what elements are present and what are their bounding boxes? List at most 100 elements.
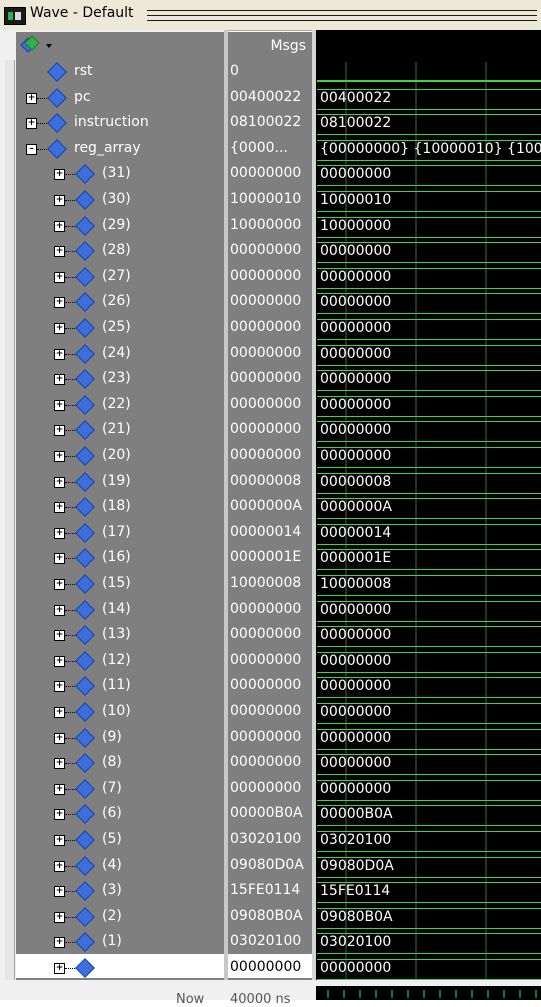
signal-row[interactable]: + (29) 10000000 10000000 bbox=[0, 214, 541, 239]
expand-plus-icon[interactable]: + bbox=[54, 733, 65, 744]
expand-plus-icon[interactable]: + bbox=[54, 451, 65, 462]
signal-row[interactable]: + pc 00400022 00400022 bbox=[0, 86, 541, 111]
signal-row[interactable]: + (13) 00000000 00000000 bbox=[0, 623, 541, 648]
signal-row[interactable]: + (10) 00000000 00000000 bbox=[0, 700, 541, 725]
expand-plus-icon[interactable]: + bbox=[54, 630, 65, 641]
expand-plus-icon[interactable]: + bbox=[54, 323, 65, 334]
expand-plus-icon[interactable]: + bbox=[54, 605, 65, 616]
expand-plus-icon[interactable]: + bbox=[54, 502, 65, 513]
signal-row[interactable]: + (9) 00000000 00000000 bbox=[0, 726, 541, 751]
signal-row[interactable]: rst 0 bbox=[0, 60, 541, 85]
expand-plus-icon[interactable]: + bbox=[54, 809, 65, 820]
signal-name[interactable]: (23) bbox=[102, 370, 131, 386]
expand-plus-icon[interactable]: + bbox=[54, 656, 65, 667]
signal-name[interactable]: (1) bbox=[102, 933, 122, 949]
signal-row[interactable]: + instruction 08100022 08100022 bbox=[0, 111, 541, 136]
signal-name[interactable]: (16) bbox=[102, 549, 131, 565]
signal-row[interactable]: + (1) 03020100 03020100 bbox=[0, 930, 541, 955]
collapse-minus-icon[interactable]: – bbox=[26, 144, 37, 155]
signal-name[interactable]: (25) bbox=[102, 319, 131, 335]
expand-plus-icon[interactable]: + bbox=[26, 118, 37, 129]
signal-row[interactable]: + (4) 09080D0A 09080D0A bbox=[0, 854, 541, 879]
signal-name[interactable]: (28) bbox=[102, 242, 131, 258]
signal-name[interactable]: (3) bbox=[102, 882, 122, 898]
signal-name[interactable]: (21) bbox=[102, 421, 131, 437]
signal-row[interactable]: + (21) 00000000 00000000 bbox=[0, 418, 541, 443]
signal-name[interactable]: (13) bbox=[102, 626, 131, 642]
expand-plus-icon[interactable]: + bbox=[54, 349, 65, 360]
signal-name[interactable]: (18) bbox=[102, 498, 131, 514]
signal-name[interactable]: (26) bbox=[102, 293, 131, 309]
expand-plus-icon[interactable]: + bbox=[54, 195, 65, 206]
signal-row[interactable]: + (17) 00000014 00000014 bbox=[0, 521, 541, 546]
expand-plus-icon[interactable]: + bbox=[54, 246, 65, 257]
signal-name[interactable]: (15) bbox=[102, 575, 131, 591]
signal-row[interactable]: + (15) 10000008 10000008 bbox=[0, 572, 541, 597]
signal-name[interactable]: (9) bbox=[102, 729, 122, 745]
signal-row[interactable]: + (19) 00000008 00000008 bbox=[0, 470, 541, 495]
signal-name[interactable]: (8) bbox=[102, 754, 122, 770]
signal-row[interactable]: – reg_array {0000... {00000000} {10000010} … bbox=[0, 137, 541, 162]
signal-row[interactable]: + (0) 00000000 00000000 bbox=[0, 956, 541, 981]
expand-plus-icon[interactable]: + bbox=[54, 861, 65, 872]
signal-row[interactable]: + (31) 00000000 00000000 bbox=[0, 162, 541, 187]
expand-plus-icon[interactable]: + bbox=[54, 169, 65, 180]
expand-plus-icon[interactable]: + bbox=[54, 477, 65, 488]
signal-row[interactable]: + (28) 00000000 00000000 bbox=[0, 239, 541, 264]
signal-row[interactable]: + (12) 00000000 00000000 bbox=[0, 649, 541, 674]
signal-name[interactable]: (12) bbox=[102, 652, 131, 668]
expand-plus-icon[interactable]: + bbox=[54, 297, 65, 308]
format-diamonds-icon[interactable] bbox=[18, 34, 58, 58]
expand-plus-icon[interactable]: + bbox=[54, 707, 65, 718]
signal-row[interactable]: + (7) 00000000 00000000 bbox=[0, 777, 541, 802]
signal-name[interactable]: (10) bbox=[102, 703, 131, 719]
signal-name[interactable]: (4) bbox=[102, 857, 122, 873]
signal-name[interactable]: reg_array bbox=[74, 140, 141, 156]
expand-plus-icon[interactable]: + bbox=[54, 784, 65, 795]
signal-name[interactable]: (24) bbox=[102, 345, 131, 361]
signal-row[interactable]: + (23) 00000000 00000000 bbox=[0, 367, 541, 392]
signal-row[interactable]: + (25) 00000000 00000000 bbox=[0, 316, 541, 341]
signal-name[interactable]: (0) bbox=[102, 959, 122, 975]
signal-name[interactable]: (11) bbox=[102, 677, 131, 693]
signal-row[interactable]: + (5) 03020100 03020100 bbox=[0, 828, 541, 853]
signal-row[interactable]: + (27) 00000000 00000000 bbox=[0, 265, 541, 290]
signal-row[interactable]: + (26) 00000000 00000000 bbox=[0, 290, 541, 315]
signal-name[interactable]: pc bbox=[74, 89, 91, 105]
expand-plus-icon[interactable]: + bbox=[54, 835, 65, 846]
signal-name[interactable]: (19) bbox=[102, 473, 131, 489]
signal-row[interactable]: + (18) 0000000A 0000000A bbox=[0, 495, 541, 520]
expand-plus-icon[interactable]: + bbox=[54, 272, 65, 283]
signal-name[interactable]: (30) bbox=[102, 191, 131, 207]
signal-name[interactable]: (5) bbox=[102, 831, 122, 847]
expand-plus-icon[interactable]: + bbox=[54, 425, 65, 436]
signal-name[interactable]: (6) bbox=[102, 805, 122, 821]
title-drag-grip[interactable] bbox=[147, 8, 537, 22]
signal-name[interactable]: (17) bbox=[102, 524, 131, 540]
signal-name[interactable]: rst bbox=[74, 63, 93, 79]
signal-row[interactable]: + (8) 00000000 00000000 bbox=[0, 751, 541, 776]
expand-plus-icon[interactable]: + bbox=[54, 528, 65, 539]
expand-plus-icon[interactable]: + bbox=[54, 579, 65, 590]
signal-row[interactable]: + (11) 00000000 00000000 bbox=[0, 674, 541, 699]
signal-name[interactable]: (14) bbox=[102, 601, 131, 617]
signal-row[interactable]: + (22) 00000000 00000000 bbox=[0, 393, 541, 418]
signal-row[interactable]: + (3) 15FE0114 15FE0114 bbox=[0, 879, 541, 904]
expand-plus-icon[interactable]: + bbox=[26, 93, 37, 104]
time-ruler[interactable] bbox=[316, 986, 541, 1000]
signal-name[interactable]: (7) bbox=[102, 780, 122, 796]
expand-plus-icon[interactable]: + bbox=[54, 758, 65, 769]
signal-name[interactable]: (2) bbox=[102, 908, 122, 924]
expand-plus-icon[interactable]: + bbox=[54, 374, 65, 385]
signal-name[interactable]: instruction bbox=[74, 114, 149, 130]
expand-plus-icon[interactable]: + bbox=[54, 400, 65, 411]
signal-name[interactable]: (20) bbox=[102, 447, 131, 463]
signal-name[interactable]: (22) bbox=[102, 396, 131, 412]
signal-row[interactable]: + (30) 10000010 10000010 bbox=[0, 188, 541, 213]
expand-plus-icon[interactable]: + bbox=[54, 886, 65, 897]
signal-name[interactable]: (27) bbox=[102, 268, 131, 284]
expand-plus-icon[interactable]: + bbox=[54, 553, 65, 564]
expand-plus-icon[interactable]: + bbox=[54, 681, 65, 692]
signal-row[interactable]: + (2) 09080B0A 09080B0A bbox=[0, 905, 541, 930]
signal-name[interactable]: (29) bbox=[102, 217, 131, 233]
